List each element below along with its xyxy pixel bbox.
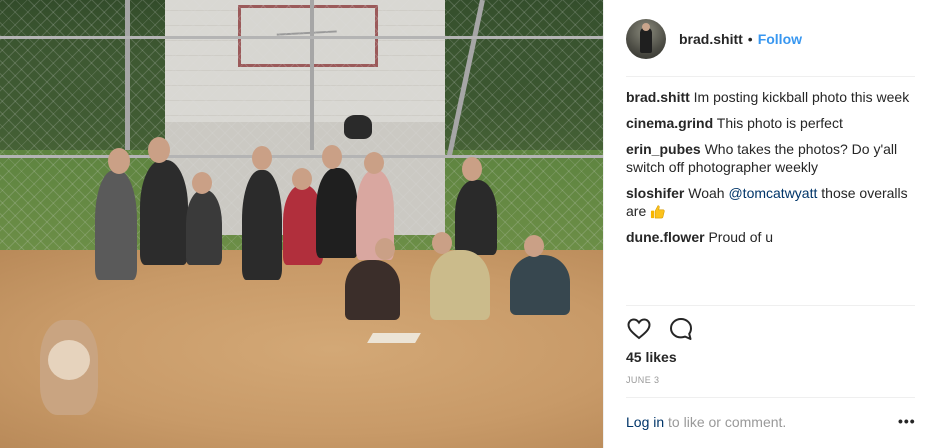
- photo-fence-pole: [310, 0, 314, 150]
- comment: dune.flower Proud of u: [626, 228, 918, 246]
- photo-person: [95, 170, 137, 280]
- photo-person-head: [192, 172, 212, 194]
- separator-dot: •: [747, 30, 753, 47]
- comment-username[interactable]: brad.shitt: [626, 89, 690, 105]
- photo-person-head: [524, 235, 544, 257]
- photo-dog-head: [48, 340, 90, 380]
- comment-username[interactable]: dune.flower: [626, 229, 705, 245]
- heart-icon[interactable]: [626, 316, 652, 342]
- post-side-panel: brad.shitt • Follow brad.shitt Im postin…: [603, 0, 938, 448]
- photo-person: [455, 180, 497, 255]
- more-options-button[interactable]: •••: [898, 413, 916, 429]
- photo-fence-rail: [0, 155, 603, 158]
- photo-person-head: [375, 238, 395, 260]
- comment-username[interactable]: cinema.grind: [626, 115, 713, 131]
- photo-person-head: [322, 145, 342, 169]
- login-prompt: Log in to like or comment.: [626, 414, 786, 430]
- author-username[interactable]: brad.shitt: [679, 31, 743, 47]
- login-prompt-text: to like or comment.: [664, 414, 787, 430]
- photo-person: [430, 250, 490, 320]
- comment-text: Proud of u: [708, 229, 774, 245]
- photo-cat: [344, 115, 372, 139]
- photo-home-plate: [367, 333, 421, 343]
- post-header: brad.shitt • Follow: [604, 0, 938, 77]
- comment-text: This photo is perfect: [716, 115, 843, 131]
- avatar-figure-head: [642, 22, 650, 31]
- photo-person-head: [462, 157, 482, 181]
- photo-person-head: [364, 152, 384, 174]
- photo-person: [140, 160, 188, 265]
- action-bar: [626, 316, 694, 342]
- comment-username[interactable]: sloshifer: [626, 185, 684, 201]
- comments-list: brad.shitt Im posting kickball photo thi…: [626, 88, 918, 254]
- thumbs-up-emoji: [651, 205, 665, 219]
- follow-button[interactable]: Follow: [758, 31, 802, 47]
- likes-count[interactable]: 45 likes: [626, 349, 677, 365]
- post-date[interactable]: JUNE 3: [626, 375, 659, 385]
- photo-person-head: [432, 232, 452, 254]
- header-divider: [626, 76, 915, 77]
- photo-person: [510, 255, 570, 315]
- speech-bubble-icon[interactable]: [668, 316, 694, 342]
- photo-person: [186, 190, 222, 265]
- photo-person-head: [292, 168, 312, 190]
- photo-person: [345, 260, 400, 320]
- comment: erin_pubes Who takes the photos? Do y'al…: [626, 140, 918, 176]
- photo-person-head: [148, 137, 170, 163]
- comment-username[interactable]: erin_pubes: [626, 141, 701, 157]
- comment-text: Im posting kickball photo this week: [693, 89, 910, 105]
- comment: cinema.grind This photo is perfect: [626, 114, 918, 132]
- photo-fence-rail: [0, 36, 603, 39]
- actions-divider: [626, 305, 915, 306]
- comment-text: Woah: [688, 185, 729, 201]
- comment-mention-link[interactable]: @tomcatwyatt: [728, 185, 817, 201]
- photo-fence-pole: [125, 0, 130, 150]
- comment: brad.shitt Im posting kickball photo thi…: [626, 88, 918, 106]
- comment: sloshifer Woah @tomcatwyatt those overal…: [626, 184, 918, 220]
- login-link[interactable]: Log in: [626, 414, 664, 430]
- photo-person: [316, 168, 358, 258]
- post-photo[interactable]: [0, 0, 603, 448]
- footer-divider: [626, 397, 915, 398]
- avatar[interactable]: [626, 18, 666, 59]
- photo-person: [242, 170, 282, 280]
- photo-person-head: [108, 148, 130, 174]
- photo-person-head: [252, 146, 272, 170]
